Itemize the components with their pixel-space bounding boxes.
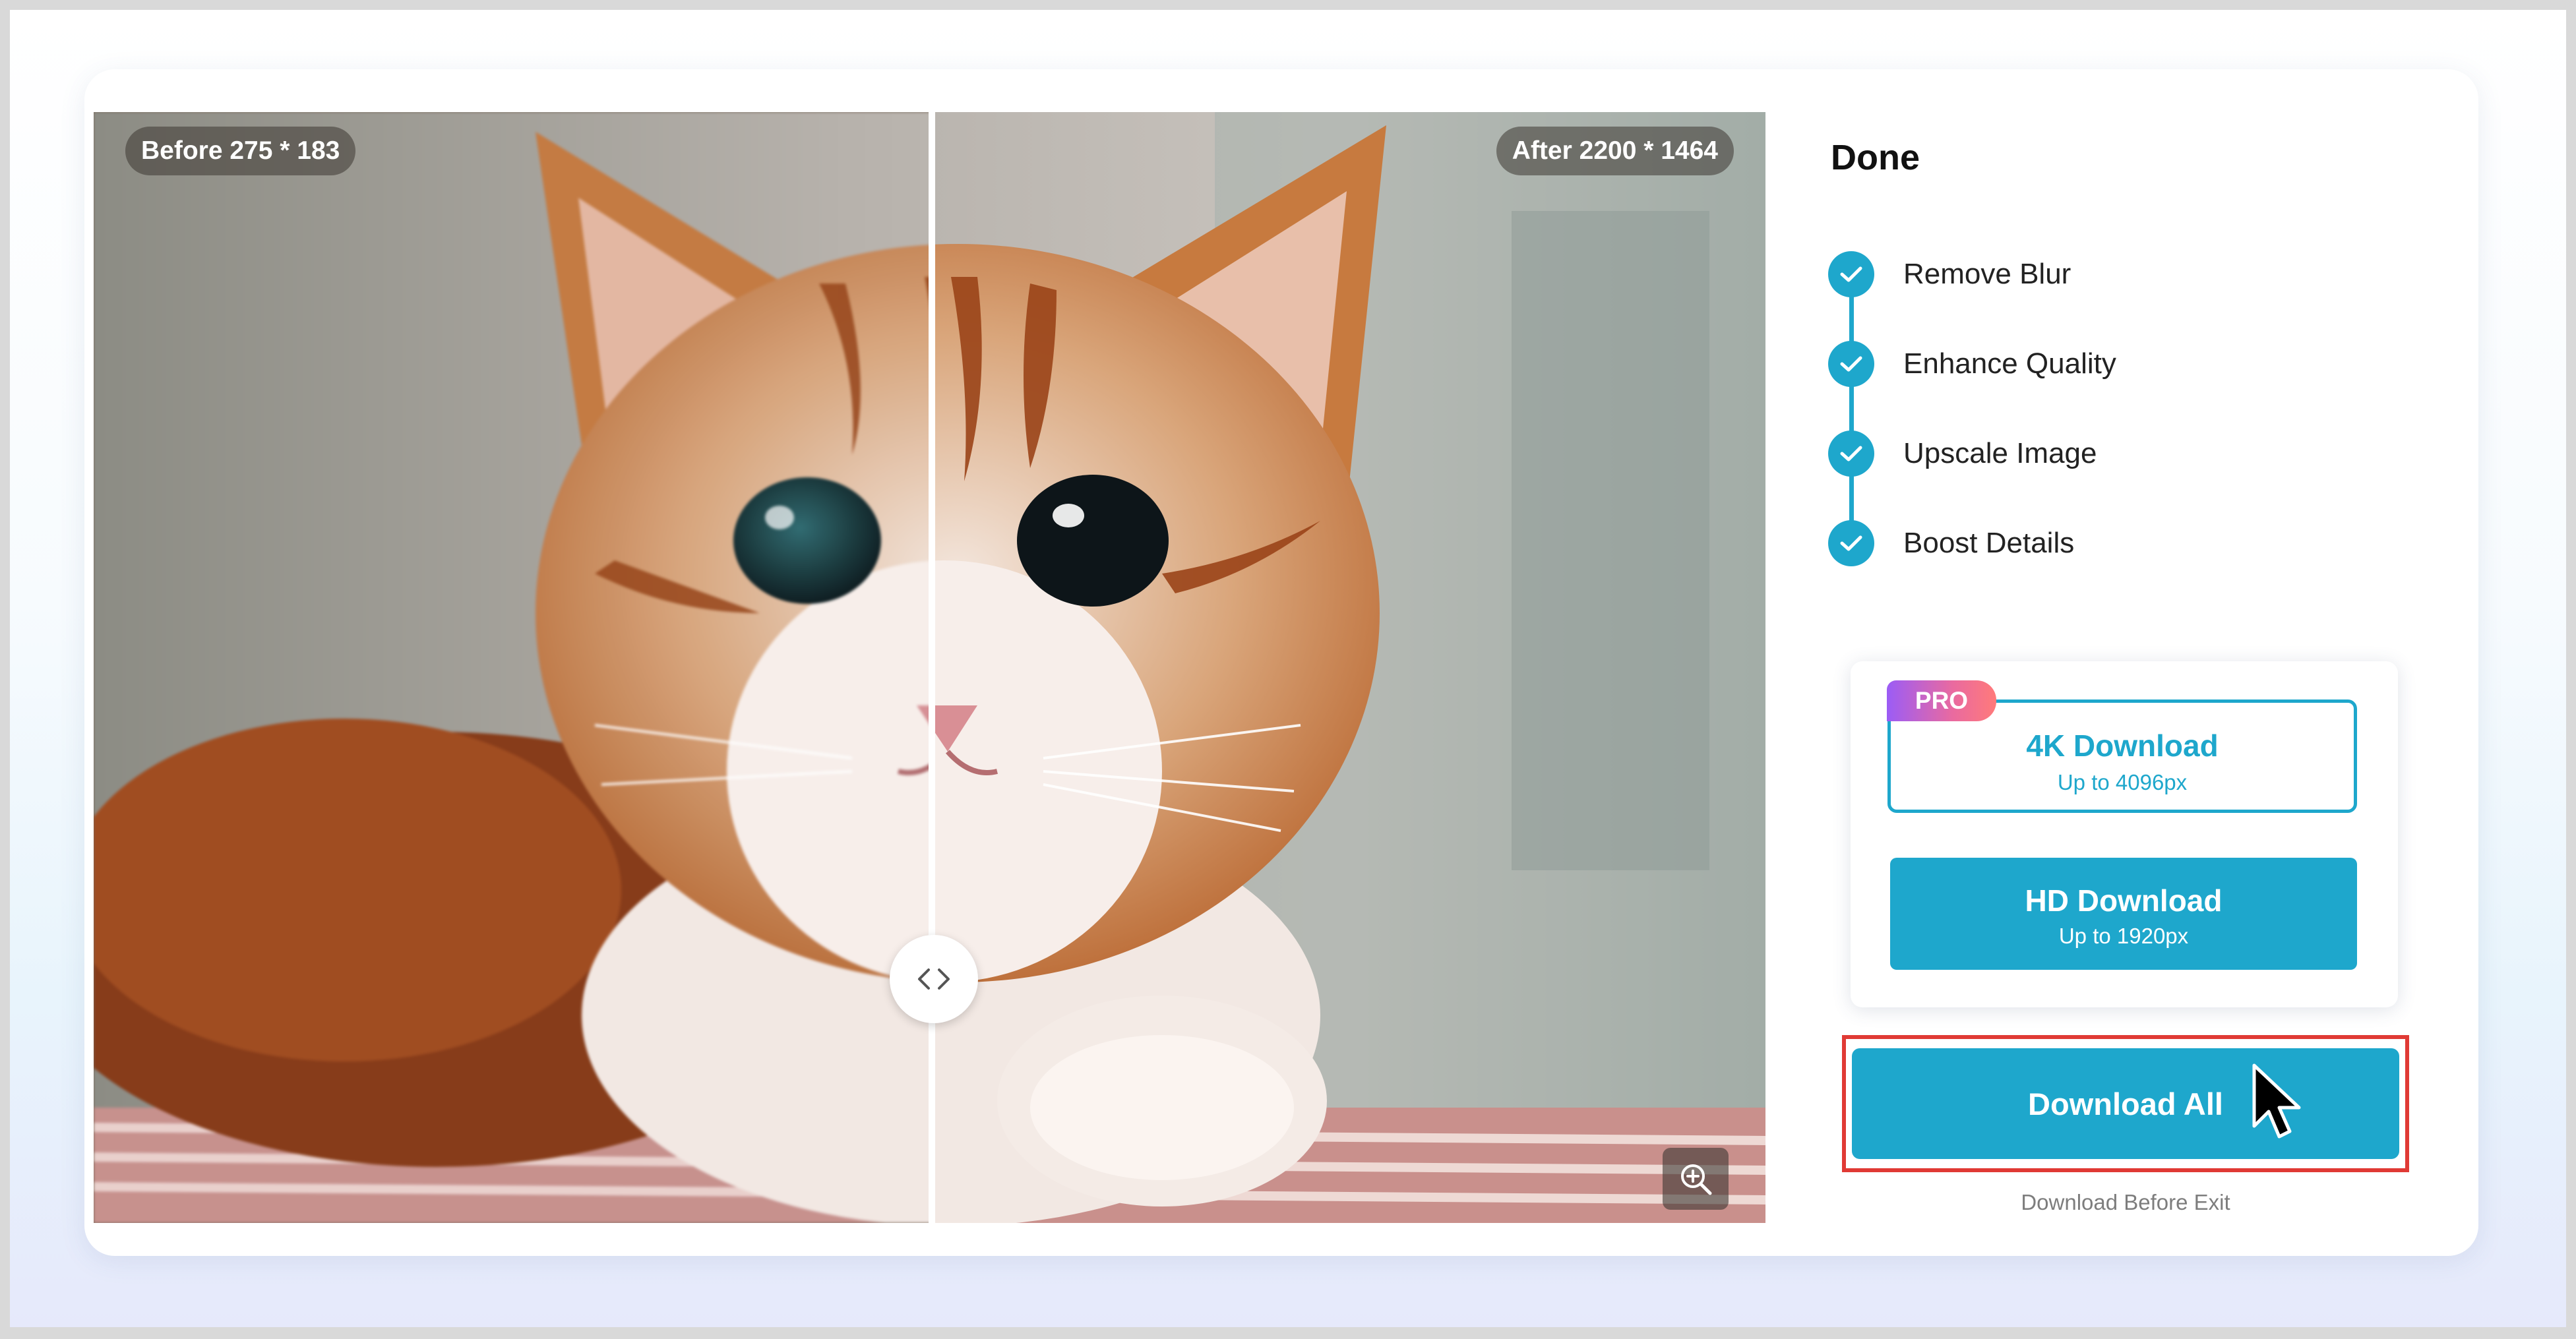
before-image bbox=[94, 112, 933, 1223]
compare-slider-handle[interactable] bbox=[890, 935, 978, 1023]
kitten-photo-after bbox=[933, 112, 1765, 1223]
chevron-left-right-icon bbox=[918, 968, 950, 990]
download-options-panel: PRO 4K Download Up to 4096px HD Download… bbox=[1851, 661, 2398, 1007]
4k-download-subtitle: Up to 4096px bbox=[2057, 770, 2188, 794]
step-boost-details: Boost Details bbox=[1828, 520, 2074, 566]
step-remove-blur: Remove Blur bbox=[1828, 251, 2071, 297]
hd-download-button[interactable]: HD Download Up to 1920px bbox=[1890, 858, 2357, 970]
after-size-label: After 2200 * 1464 bbox=[1496, 127, 1734, 175]
status-title: Done bbox=[1831, 138, 1920, 177]
download-before-exit-note: Download Before Exit bbox=[2021, 1190, 2230, 1214]
step-label: Enhance Quality bbox=[1903, 347, 2116, 380]
check-icon bbox=[1828, 341, 1874, 387]
step-enhance-quality: Enhance Quality bbox=[1828, 341, 2116, 387]
hd-download-subtitle: Up to 1920px bbox=[2058, 924, 2189, 948]
compare-divider[interactable] bbox=[929, 112, 935, 1223]
step-label: Remove Blur bbox=[1903, 258, 2071, 290]
before-after-comparison[interactable]: Before 275 * 183 After 2200 * 1464 bbox=[94, 112, 1765, 1223]
before-size-label: Before 275 * 183 bbox=[125, 127, 356, 175]
kitten-photo-before bbox=[94, 112, 933, 1223]
pro-badge: PRO bbox=[1887, 680, 1996, 721]
step-label: Upscale Image bbox=[1903, 437, 2097, 469]
download-all-button[interactable]: Download All bbox=[1852, 1048, 2399, 1159]
after-image bbox=[933, 112, 1765, 1223]
step-upscale-image: Upscale Image bbox=[1828, 431, 2097, 477]
hd-download-title: HD Download bbox=[2025, 883, 2223, 918]
4k-download-title: 4K Download bbox=[2026, 729, 2219, 763]
step-label: Boost Details bbox=[1903, 527, 2075, 559]
4k-download-button[interactable]: PRO 4K Download Up to 4096px bbox=[1887, 680, 2357, 813]
check-icon bbox=[1828, 431, 1874, 477]
check-icon bbox=[1828, 520, 1874, 566]
check-icon bbox=[1828, 251, 1874, 297]
zoom-in-icon bbox=[1681, 1164, 1712, 1195]
mouse-pointer-icon bbox=[2252, 1063, 2301, 1139]
zoom-button[interactable] bbox=[1663, 1148, 1729, 1210]
steps-connector bbox=[1849, 277, 1854, 547]
